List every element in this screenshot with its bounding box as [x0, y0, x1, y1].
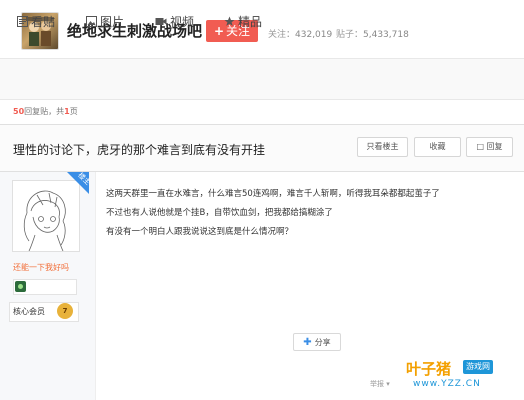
watermark-url: www.YZZ.CN: [413, 379, 481, 389]
tab-bar: [0, 58, 524, 100]
tab-videos-label: 视频: [170, 15, 195, 29]
level-icon: [15, 281, 26, 292]
posts-stat: 贴子：5,433,718: [336, 27, 409, 40]
reply-button-label: 回复: [486, 142, 503, 151]
tab-posts[interactable]: 看贴: [17, 13, 55, 30]
reply-button[interactable]: □ 回复: [466, 137, 513, 157]
report-label: 举报: [370, 380, 384, 388]
tab-posts-label: 看贴: [31, 15, 56, 29]
post-line-3: 有没有一个明白人跟我说说这到底是什么情况啊？: [106, 227, 294, 237]
star-icon: [224, 16, 235, 26]
watermark-name: 叶子猪: [406, 360, 452, 378]
reply-info: 50回复贴，共1页: [13, 106, 78, 117]
reply-count: 50: [13, 107, 25, 116]
share-label: 分享: [314, 337, 331, 347]
only-op-button[interactable]: 只看楼主: [357, 137, 408, 157]
posts-label: 贴子：: [336, 30, 364, 40]
followers-stat: 关注：432,019: [268, 27, 332, 40]
member-level-badge: 7: [57, 303, 73, 319]
favorite-button[interactable]: 收藏: [414, 137, 461, 157]
tab-images-label: 图片: [100, 15, 125, 29]
tab-featured[interactable]: 精品: [224, 13, 262, 30]
report-link[interactable]: 举报 ▾: [370, 379, 390, 389]
image-icon: [86, 16, 97, 27]
reply-bubble-icon: □: [476, 142, 484, 151]
post-line-2: 不过也有人说他就是个挂B，自带饮血剑，把我都给搞糊涂了: [106, 208, 333, 218]
page-count-suffix: 页: [69, 107, 78, 116]
video-icon: [155, 18, 167, 25]
reply-count-suffix: 回复贴，共: [24, 107, 65, 116]
share-button[interactable]: ✚ 分享: [293, 333, 341, 351]
thread-title: 理性的讨论下，虎牙的那个难言到底有没有开挂: [13, 143, 266, 157]
watermark-tag: 游戏网: [463, 360, 493, 374]
tab-featured-label: 精品: [238, 15, 263, 29]
post-line-1: 这两天群里一直在水难言，什么难言50连鸡啊，难言千人斩啊，听得我耳朵都都起茧子了: [106, 189, 440, 199]
author-name[interactable]: 还能一下我好吗: [13, 262, 69, 273]
posts-icon: [17, 16, 28, 27]
chevron-down-icon: ▾: [386, 380, 390, 388]
member-label: 核心会员: [13, 307, 45, 316]
tab-images[interactable]: 图片: [86, 13, 124, 30]
tab-videos[interactable]: 视频: [155, 13, 194, 30]
posts-count: 5,433,718: [363, 30, 409, 40]
followers-label: 关注：: [268, 30, 296, 40]
share-plus-icon: ✚: [303, 336, 312, 348]
followers-count: 432,019: [295, 30, 333, 40]
plus-icon: +: [213, 24, 225, 38]
